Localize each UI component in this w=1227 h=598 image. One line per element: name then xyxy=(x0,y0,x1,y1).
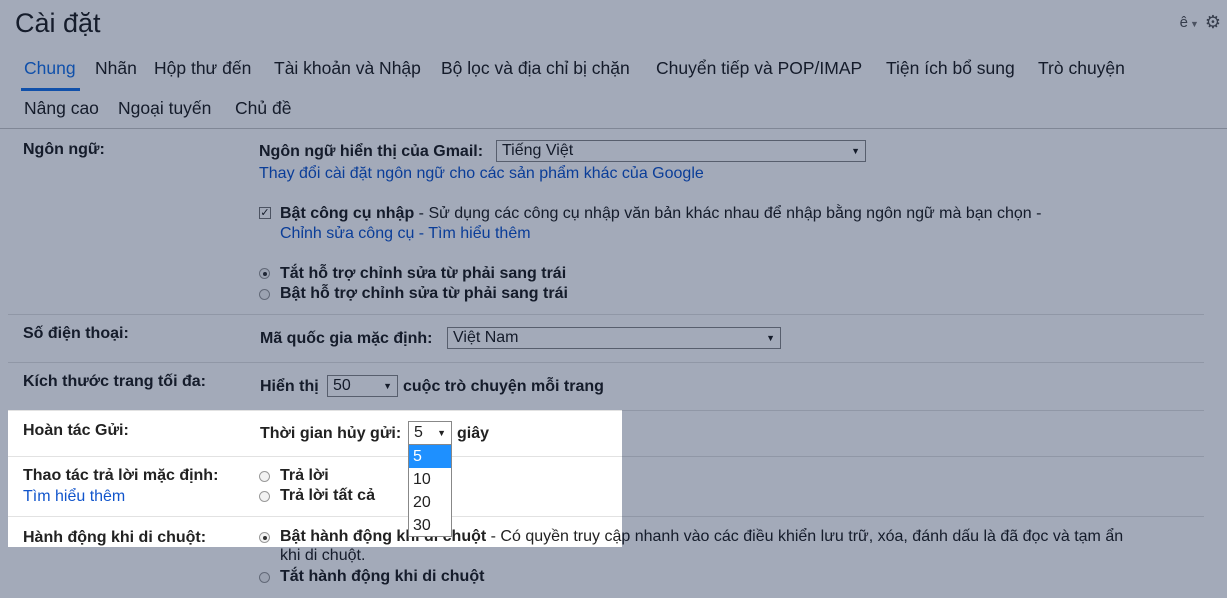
dropdown-option-30[interactable]: 30 xyxy=(409,514,451,537)
cancel-period-value: 5 xyxy=(414,424,423,441)
undo-send-label: Hoàn tác Gửi: xyxy=(23,422,129,439)
reply-all-option-label: Trả lời tất cả xyxy=(280,487,375,504)
settings-page: Cài đặt ê ▼ ⚙ Chung Nhãn Hộp thư đến Tài … xyxy=(0,0,1227,598)
dropdown-option-10[interactable]: 10 xyxy=(409,468,451,491)
dim-overlay xyxy=(0,0,1227,410)
default-reply-label: Thao tác trả lời mặc định: xyxy=(23,467,219,484)
hover-enable-radio[interactable] xyxy=(259,532,270,543)
cancel-period-select[interactable]: 5 ▼ xyxy=(408,421,452,445)
dim-overlay xyxy=(8,547,622,598)
hover-actions-label: Hành động khi di chuột: xyxy=(23,529,207,546)
dropdown-option-20[interactable]: 20 xyxy=(409,491,451,514)
dim-overlay xyxy=(0,410,8,598)
cancel-period-unit: giây xyxy=(457,425,490,442)
dim-overlay xyxy=(622,410,1227,598)
reply-radio[interactable] xyxy=(259,471,270,482)
cancel-period-label: Thời gian hủy gửi: xyxy=(260,425,402,442)
dropdown-option-5[interactable]: 5 xyxy=(409,445,451,468)
hover-enable-label: Bật hành động khi di chuột xyxy=(280,528,487,545)
cancel-period-dropdown-list: 5 10 20 30 xyxy=(408,444,452,537)
reply-all-radio[interactable] xyxy=(259,491,270,502)
reply-learn-more-link[interactable]: Tìm hiểu thêm xyxy=(23,488,125,506)
dropdown-arrow-icon: ▼ xyxy=(437,428,446,438)
reply-option-label: Trả lời xyxy=(280,467,329,484)
